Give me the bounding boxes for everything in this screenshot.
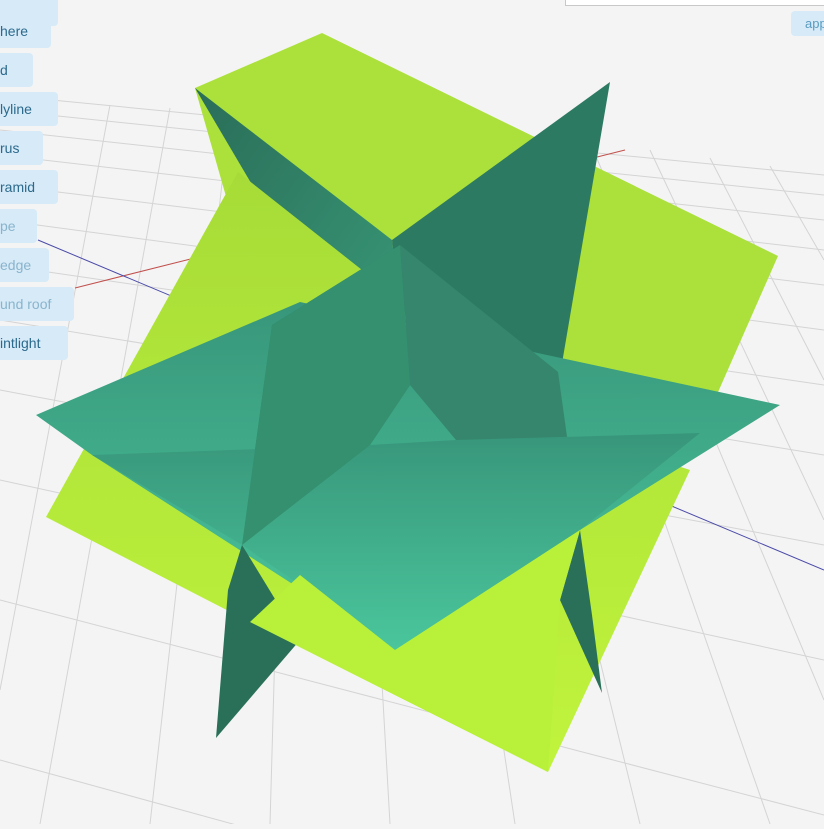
top-panel	[565, 0, 824, 6]
sidebar-item-label: und roof	[0, 296, 52, 312]
sidebar-item-sphere[interactable]: here	[0, 14, 51, 48]
sidebar-item-label: edge	[0, 257, 32, 273]
sidebar-item-label: lyline	[0, 101, 32, 117]
3d-viewport[interactable]: here d lyline rus ramid pe edge und roof…	[0, 0, 824, 829]
sidebar-item-pyramid[interactable]: ramid	[0, 170, 58, 204]
sidebar-item-pipe[interactable]: pe	[0, 209, 37, 243]
sidebar-item-label: pe	[0, 218, 16, 234]
sidebar-item-label: here	[0, 23, 29, 39]
sidebar-item-round-roof[interactable]: und roof	[0, 287, 74, 321]
sidebar-item-label: rus	[0, 140, 20, 156]
app-button[interactable]: app	[791, 11, 824, 36]
sidebar-item-grid[interactable]: d	[0, 53, 33, 87]
sidebar-item-wedge[interactable]: edge	[0, 248, 49, 282]
scene-canvas[interactable]	[0, 0, 824, 829]
sidebar-item-label: ramid	[0, 179, 36, 195]
sidebar-item-label: d	[0, 62, 8, 78]
sidebar-item-torus[interactable]: rus	[0, 131, 43, 165]
sidebar-item-polyline[interactable]: lyline	[0, 92, 58, 126]
sidebar-item-label: intlight	[0, 335, 41, 351]
sidebar-item-pointlight[interactable]: intlight	[0, 326, 68, 360]
app-button-label: app	[805, 16, 824, 31]
